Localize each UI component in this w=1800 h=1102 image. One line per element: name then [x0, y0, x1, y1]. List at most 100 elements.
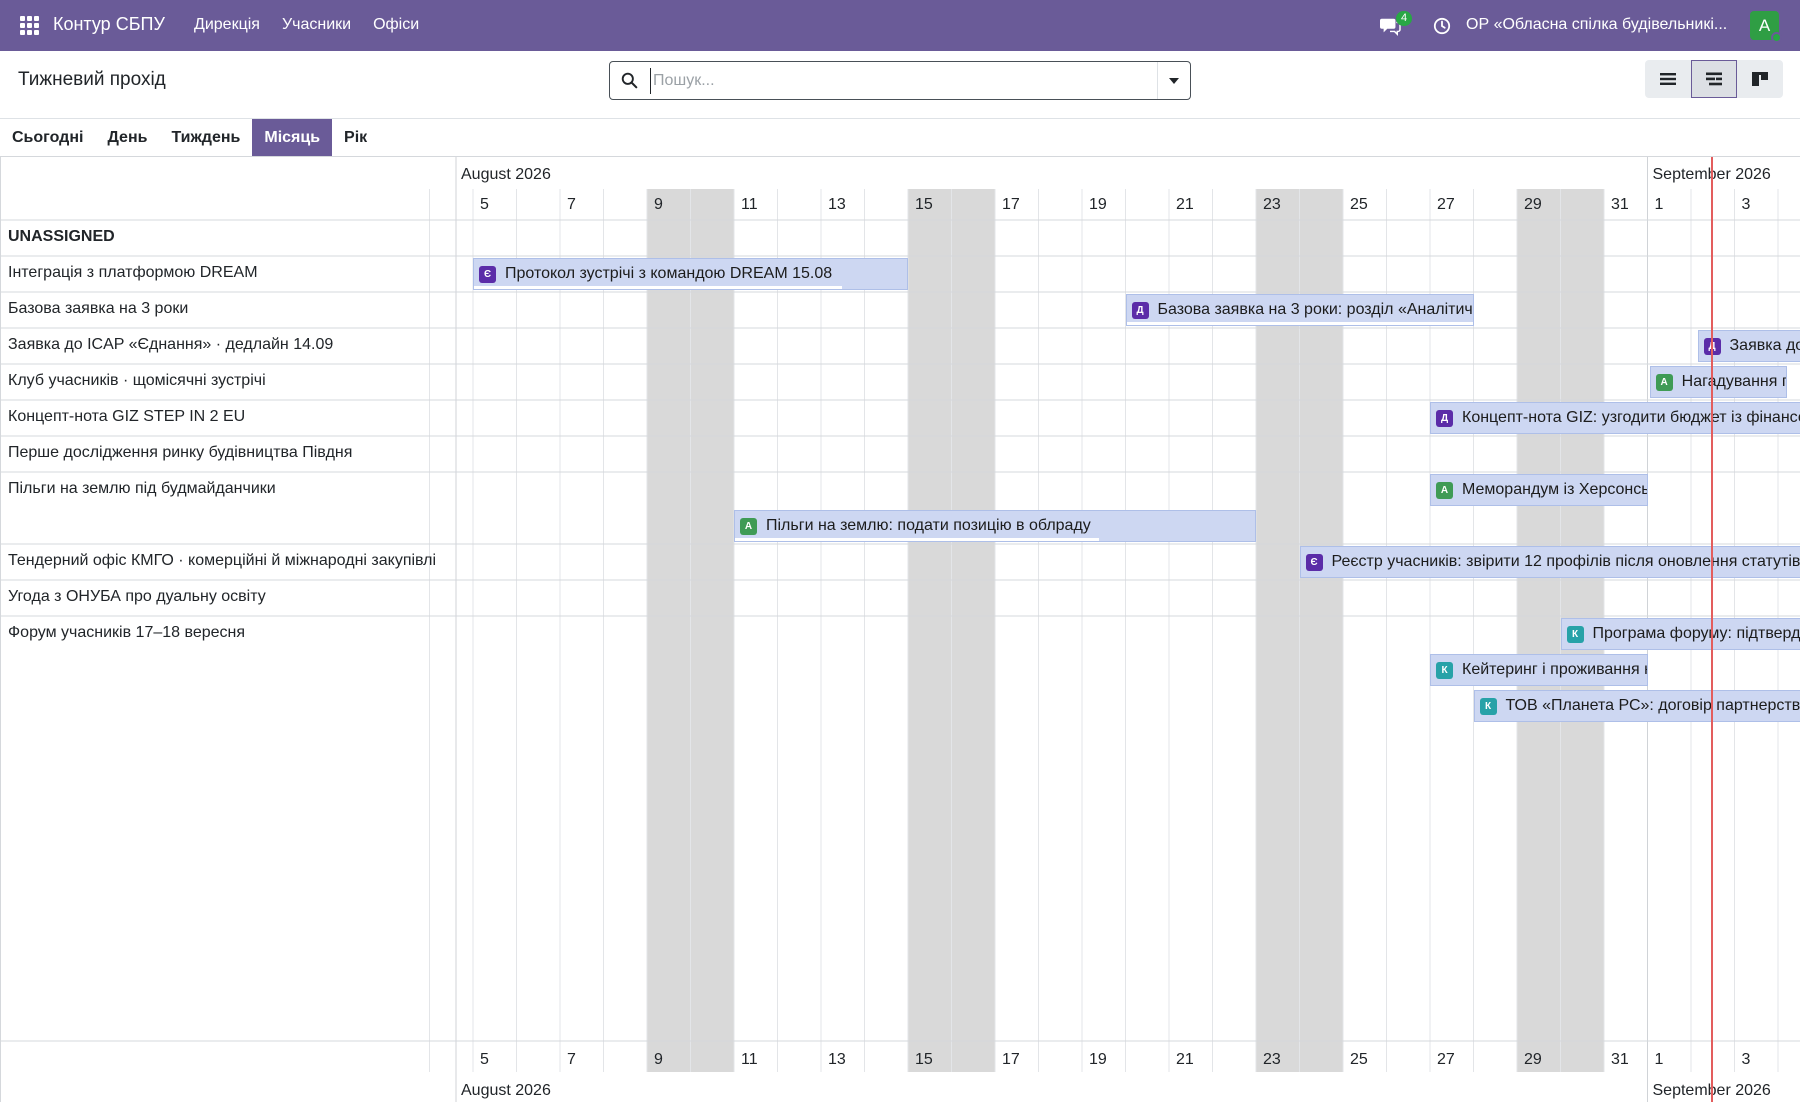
clock-icon[interactable]	[1433, 17, 1451, 35]
day-footer-tick: 19	[1089, 1051, 1107, 1068]
day-header-tick: 23	[1263, 196, 1281, 213]
task-progress-bar	[735, 538, 1099, 541]
day-footer-tick: 23	[1263, 1051, 1281, 1068]
gantt-row-label: Форум учасників 17–18 вересня	[8, 624, 246, 641]
day-header-tick: 29	[1524, 196, 1542, 213]
task-progress-bar	[1126, 322, 1473, 325]
chat-count-badge: 4	[1396, 11, 1413, 26]
day-header-tick: 21	[1176, 196, 1194, 213]
day-footer-tick: 29	[1524, 1051, 1542, 1068]
day-footer-tick: 15	[915, 1051, 933, 1068]
main-menu: Дирекція Учасники Офіси	[194, 16, 419, 34]
day-header-tick: 19	[1089, 196, 1107, 213]
search-options-toggle[interactable]	[1157, 62, 1190, 99]
gantt-row-label: Тендерний офіс КМГО · комерційні й міжна…	[8, 552, 437, 569]
tab-day[interactable]: День	[95, 119, 159, 156]
day-header-tick: 7	[567, 196, 576, 213]
task-title: Програма форуму: підтвердити спікерів	[1592, 625, 1800, 642]
day-header-tick: 25	[1350, 196, 1368, 213]
gantt-chart: August 2026 August 2026 September 2026 Sept…	[0, 156, 1800, 1102]
assignee-badge: Д	[1436, 409, 1453, 427]
gantt-row-label: Інтеграція з платформою DREAM	[8, 264, 258, 281]
day-footer-tick: 17	[1002, 1051, 1020, 1068]
gantt-group-label: UNASSIGNED	[8, 228, 115, 245]
assignee-badge: Є	[479, 265, 496, 283]
today-marker-line	[1710, 157, 1713, 1102]
task-title: Концепт-нота GIZ: узгодити бюджет із фін…	[1462, 409, 1800, 426]
company-switcher[interactable]: ОР «Обласна спілка будівельникі...	[1466, 16, 1727, 34]
gantt-task-pill[interactable]: Є Реєстр учасників: звірити 12 профілів п…	[1299, 546, 1800, 578]
day-header-tick: 13	[828, 196, 846, 213]
assignee-badge: К	[1479, 697, 1497, 715]
month-footer-label: August 2026	[461, 1082, 551, 1099]
day-footer-tick: 3	[1742, 1051, 1751, 1068]
task-title: Нагадування про зустріч клубу учасників	[1681, 373, 1786, 390]
task-title: Базова заявка на 3 роки: розділ «Аналіти…	[1157, 301, 1473, 318]
search-icon	[621, 72, 638, 89]
online-status-dot	[1771, 32, 1782, 43]
task-progress-bar	[474, 286, 843, 289]
gantt-task-pill[interactable]: К Кейтеринг і проживання на форум 17–18.0…	[1430, 654, 1648, 686]
day-footer-tick: 1	[1655, 1051, 1664, 1068]
gantt-row-label: Концепт-нота GIZ STEP IN 2 EU	[8, 408, 246, 425]
gantt-scale-tabs: Сьогодні День Тиждень Місяць Рік	[0, 119, 379, 156]
assignee-badge: Є	[1305, 553, 1323, 571]
caret-down-icon	[1169, 77, 1179, 84]
assignee-badge: А	[740, 517, 757, 535]
day-header-tick: 5	[480, 196, 489, 213]
gantt-task-pill[interactable]: А Пільги на землю: подати позицію в облра…	[734, 510, 1256, 542]
tab-year[interactable]: Рік	[332, 119, 379, 156]
gantt-task-pill[interactable]: А Меморандум із Херсонською ОВА: узгодити…	[1430, 474, 1648, 506]
menu-item-offices[interactable]: Офіси	[373, 16, 419, 34]
day-footer-tick: 27	[1437, 1051, 1455, 1068]
day-header-tick: 15	[915, 196, 933, 213]
gantt-grid: August 2026August 2026September 2026Sept…	[1, 157, 1800, 1102]
menu-item-members[interactable]: Учасники	[282, 16, 351, 34]
menu-item-directorate[interactable]: Дирекція	[194, 16, 260, 34]
task-title: Меморандум із Херсонською ОВА: узгодити …	[1462, 481, 1648, 498]
gantt-task-pill[interactable]: Д Базова заявка на 3 роки: розділ «Аналіт…	[1125, 294, 1474, 326]
gantt-row-label: Перше дослідження ринку будівництва Півд…	[8, 444, 353, 461]
gantt-task-pill[interactable]: Є Протокол зустрічі з командою DREAM 15.0…	[473, 258, 908, 290]
day-header-tick: 11	[741, 196, 758, 213]
assignee-badge: К	[1436, 661, 1453, 679]
task-title: Пільги на землю: подати позицію в облрад…	[766, 517, 1091, 534]
list-icon	[1660, 73, 1676, 85]
apps-grid-icon[interactable]	[20, 16, 39, 35]
weekend-column	[908, 189, 952, 1072]
gantt-task-pill[interactable]: К ТОВ «Планета РС»: договір партнерства	[1473, 690, 1800, 722]
day-footer-tick: 31	[1611, 1051, 1629, 1068]
gantt-row-label: Базова заявка на 3 роки	[8, 300, 189, 317]
gantt-row-label: Клуб учасників · щомісячні зустрічі	[8, 372, 266, 389]
day-header-tick: 9	[654, 196, 663, 213]
kanban-view-button[interactable]	[1737, 60, 1783, 98]
gantt-row-label: Заявка до ICAP «Єднання» · дедлайн 14.09	[8, 336, 334, 353]
day-header-tick: 1	[1655, 196, 1664, 213]
app-brand[interactable]: Контур СБПУ	[53, 14, 165, 35]
day-footer-tick: 25	[1350, 1051, 1368, 1068]
weekend-column	[690, 189, 734, 1072]
gantt-icon	[1706, 72, 1722, 86]
page-title: Тижневий прохід	[18, 69, 166, 90]
gantt-task-pill[interactable]: К Програма форуму: підтвердити спікерів	[1560, 618, 1800, 650]
day-header-tick: 3	[1742, 196, 1751, 213]
day-footer-tick: 21	[1176, 1051, 1194, 1068]
tab-today[interactable]: Сьогодні	[0, 119, 95, 156]
day-header-tick: 17	[1002, 196, 1020, 213]
weekend-column	[1517, 189, 1561, 1072]
search-input[interactable]	[650, 68, 1150, 94]
gantt-view-button[interactable]	[1691, 60, 1737, 98]
gantt-task-pill[interactable]: А Нагадування про зустріч клубу учасників	[1649, 366, 1787, 398]
day-header-tick: 27	[1437, 196, 1455, 213]
day-footer-tick: 11	[741, 1051, 758, 1068]
day-footer-tick: 13	[828, 1051, 846, 1068]
assignee-badge: К	[1566, 625, 1584, 643]
list-view-button[interactable]	[1645, 60, 1691, 98]
weekend-column	[647, 189, 691, 1072]
gantt-row-label: Угода з ОНУБА про дуальну освіту	[8, 588, 266, 605]
view-switcher	[1645, 60, 1783, 98]
tab-month[interactable]: Місяць	[252, 119, 333, 156]
gantt-task-pill[interactable]: Д Концепт-нота GIZ: узгодити бюджет із фі…	[1430, 402, 1800, 434]
tab-week[interactable]: Тиждень	[159, 119, 252, 156]
gantt-task-pill[interactable]: ДЗаявка до ICAP «Єднання»: фінальний пак…	[1697, 330, 1800, 362]
